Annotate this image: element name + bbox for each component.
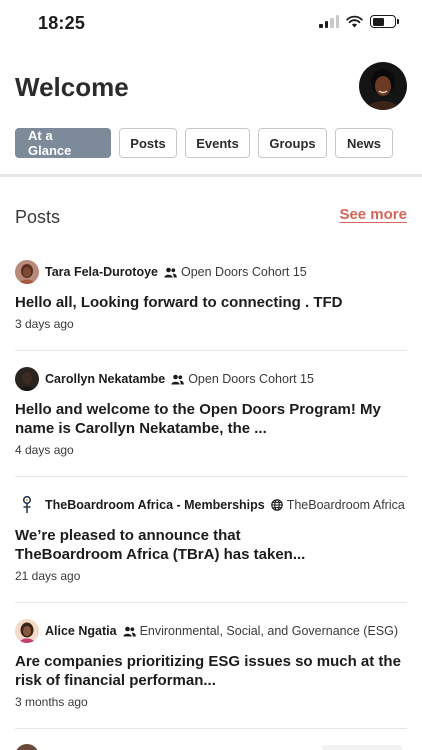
post-time: 21 days ago xyxy=(15,569,81,583)
tab-at-a-glance[interactable]: At a Glance xyxy=(15,128,111,158)
post-group[interactable]: Environmental, Social, and Governance (E… xyxy=(140,624,398,638)
author-avatar[interactable] xyxy=(15,619,39,643)
see-more-link[interactable]: See more xyxy=(339,206,407,223)
post-item[interactable]: Tara Fela-Durotoye Open Doors Cohort 15 … xyxy=(15,260,407,331)
post-item[interactable]: Carollyn Nekatambe Open Doors Cohort 15 … xyxy=(15,367,407,457)
post-text: We’re pleased to announce that TheBoardr… xyxy=(15,526,407,564)
people-icon xyxy=(164,267,177,278)
post-group[interactable]: Open Doors Cohort 15 xyxy=(188,372,314,386)
post-time: 3 months ago xyxy=(15,695,88,709)
post-item[interactable]: Alice Ngatia Environmental, Social, and … xyxy=(15,619,407,709)
tab-posts[interactable]: Posts xyxy=(119,128,177,158)
post-text-line: TheBoardroom Africa (TBrA) has taken... xyxy=(15,546,306,563)
posts-section-title: Posts xyxy=(15,207,61,227)
post-author[interactable]: Alice Ngatia xyxy=(45,624,117,638)
profile-avatar[interactable] xyxy=(359,62,407,110)
header: Welcome xyxy=(0,60,422,120)
post-item[interactable]: TheBoardroom Africa - Memberships TheBoa… xyxy=(15,493,407,583)
post-text: Hello and welcome to the Open Doors Prog… xyxy=(15,400,407,438)
post-meta: Tara Fela-Durotoye Open Doors Cohort 15 xyxy=(15,260,407,284)
wifi-icon xyxy=(346,15,363,28)
cellular-signal-icon xyxy=(319,15,339,28)
post-text-line: Hello and welcome to the Open Doors Prog… xyxy=(15,401,381,418)
tab-news[interactable]: News xyxy=(335,128,393,158)
globe-icon xyxy=(270,499,283,511)
post-separator xyxy=(15,728,407,729)
tab-groups[interactable]: Groups xyxy=(258,128,327,158)
people-icon xyxy=(171,374,184,385)
tab-bar: At a Glance Posts Events Groups News xyxy=(15,128,393,158)
post-author[interactable]: Tara Fela-Durotoye xyxy=(45,265,158,279)
post-time: 4 days ago xyxy=(15,443,74,457)
post-meta: Alice Ngatia Environmental, Social, and … xyxy=(15,619,407,643)
post-meta: TheBoardroom Africa - Memberships TheBoa… xyxy=(15,493,407,517)
author-avatar[interactable] xyxy=(15,744,39,750)
post-text-line: We’re pleased to announce that xyxy=(15,527,241,544)
post-meta: Carollyn Nekatambe Open Doors Cohort 15 xyxy=(15,367,407,391)
post-separator xyxy=(15,476,407,477)
post-text-line: name is Carollyn Nekatambe, the ... xyxy=(15,420,267,437)
battery-icon xyxy=(370,15,399,28)
post-text: Hello all, Looking forward to connecting… xyxy=(15,293,407,312)
post-separator xyxy=(15,602,407,603)
post-author[interactable]: Carollyn Nekatambe xyxy=(45,372,165,386)
post-separator xyxy=(15,350,407,351)
status-time: 18:25 xyxy=(38,13,86,33)
post-text-line: Are companies prioritizing ESG issues so… xyxy=(15,653,401,670)
status-bar: 18:25 xyxy=(0,0,422,48)
people-icon xyxy=(122,626,136,637)
page-title: Welcome xyxy=(15,72,129,102)
author-avatar[interactable] xyxy=(15,260,39,284)
section-divider xyxy=(0,174,422,177)
post-text-line: risk of financial performan... xyxy=(15,672,216,689)
post-text-line: Hello all, Looking forward to connecting… xyxy=(15,294,343,311)
home-indicator xyxy=(322,745,402,750)
post-text: Are companies prioritizing ESG issues so… xyxy=(15,652,407,690)
author-avatar[interactable] xyxy=(15,493,39,517)
post-author[interactable]: TheBoardroom Africa - Memberships xyxy=(45,498,265,512)
post-group[interactable]: Open Doors Cohort 15 xyxy=(181,265,307,279)
status-icons xyxy=(319,15,399,28)
tab-events[interactable]: Events xyxy=(185,128,250,158)
post-group[interactable]: TheBoardroom Africa xyxy=(287,498,405,512)
author-avatar[interactable] xyxy=(15,367,39,391)
post-time: 3 days ago xyxy=(15,317,74,331)
